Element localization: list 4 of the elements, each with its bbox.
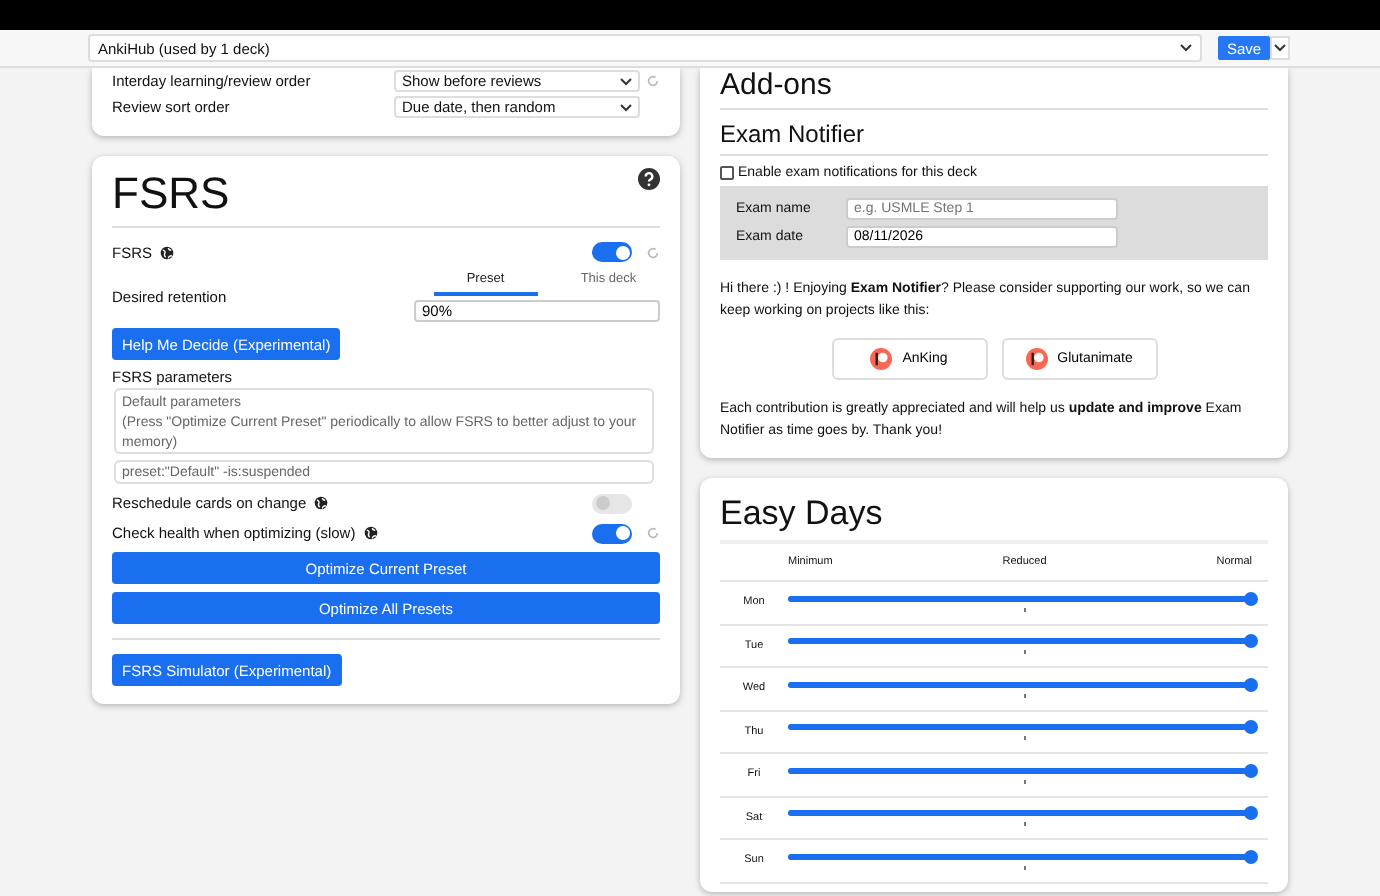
subsection-title: Exam Notifier [720, 120, 867, 148]
section-title: Add-ons [720, 68, 834, 102]
section-title: FSRS [112, 168, 230, 220]
section-title: Easy Days [720, 492, 885, 536]
